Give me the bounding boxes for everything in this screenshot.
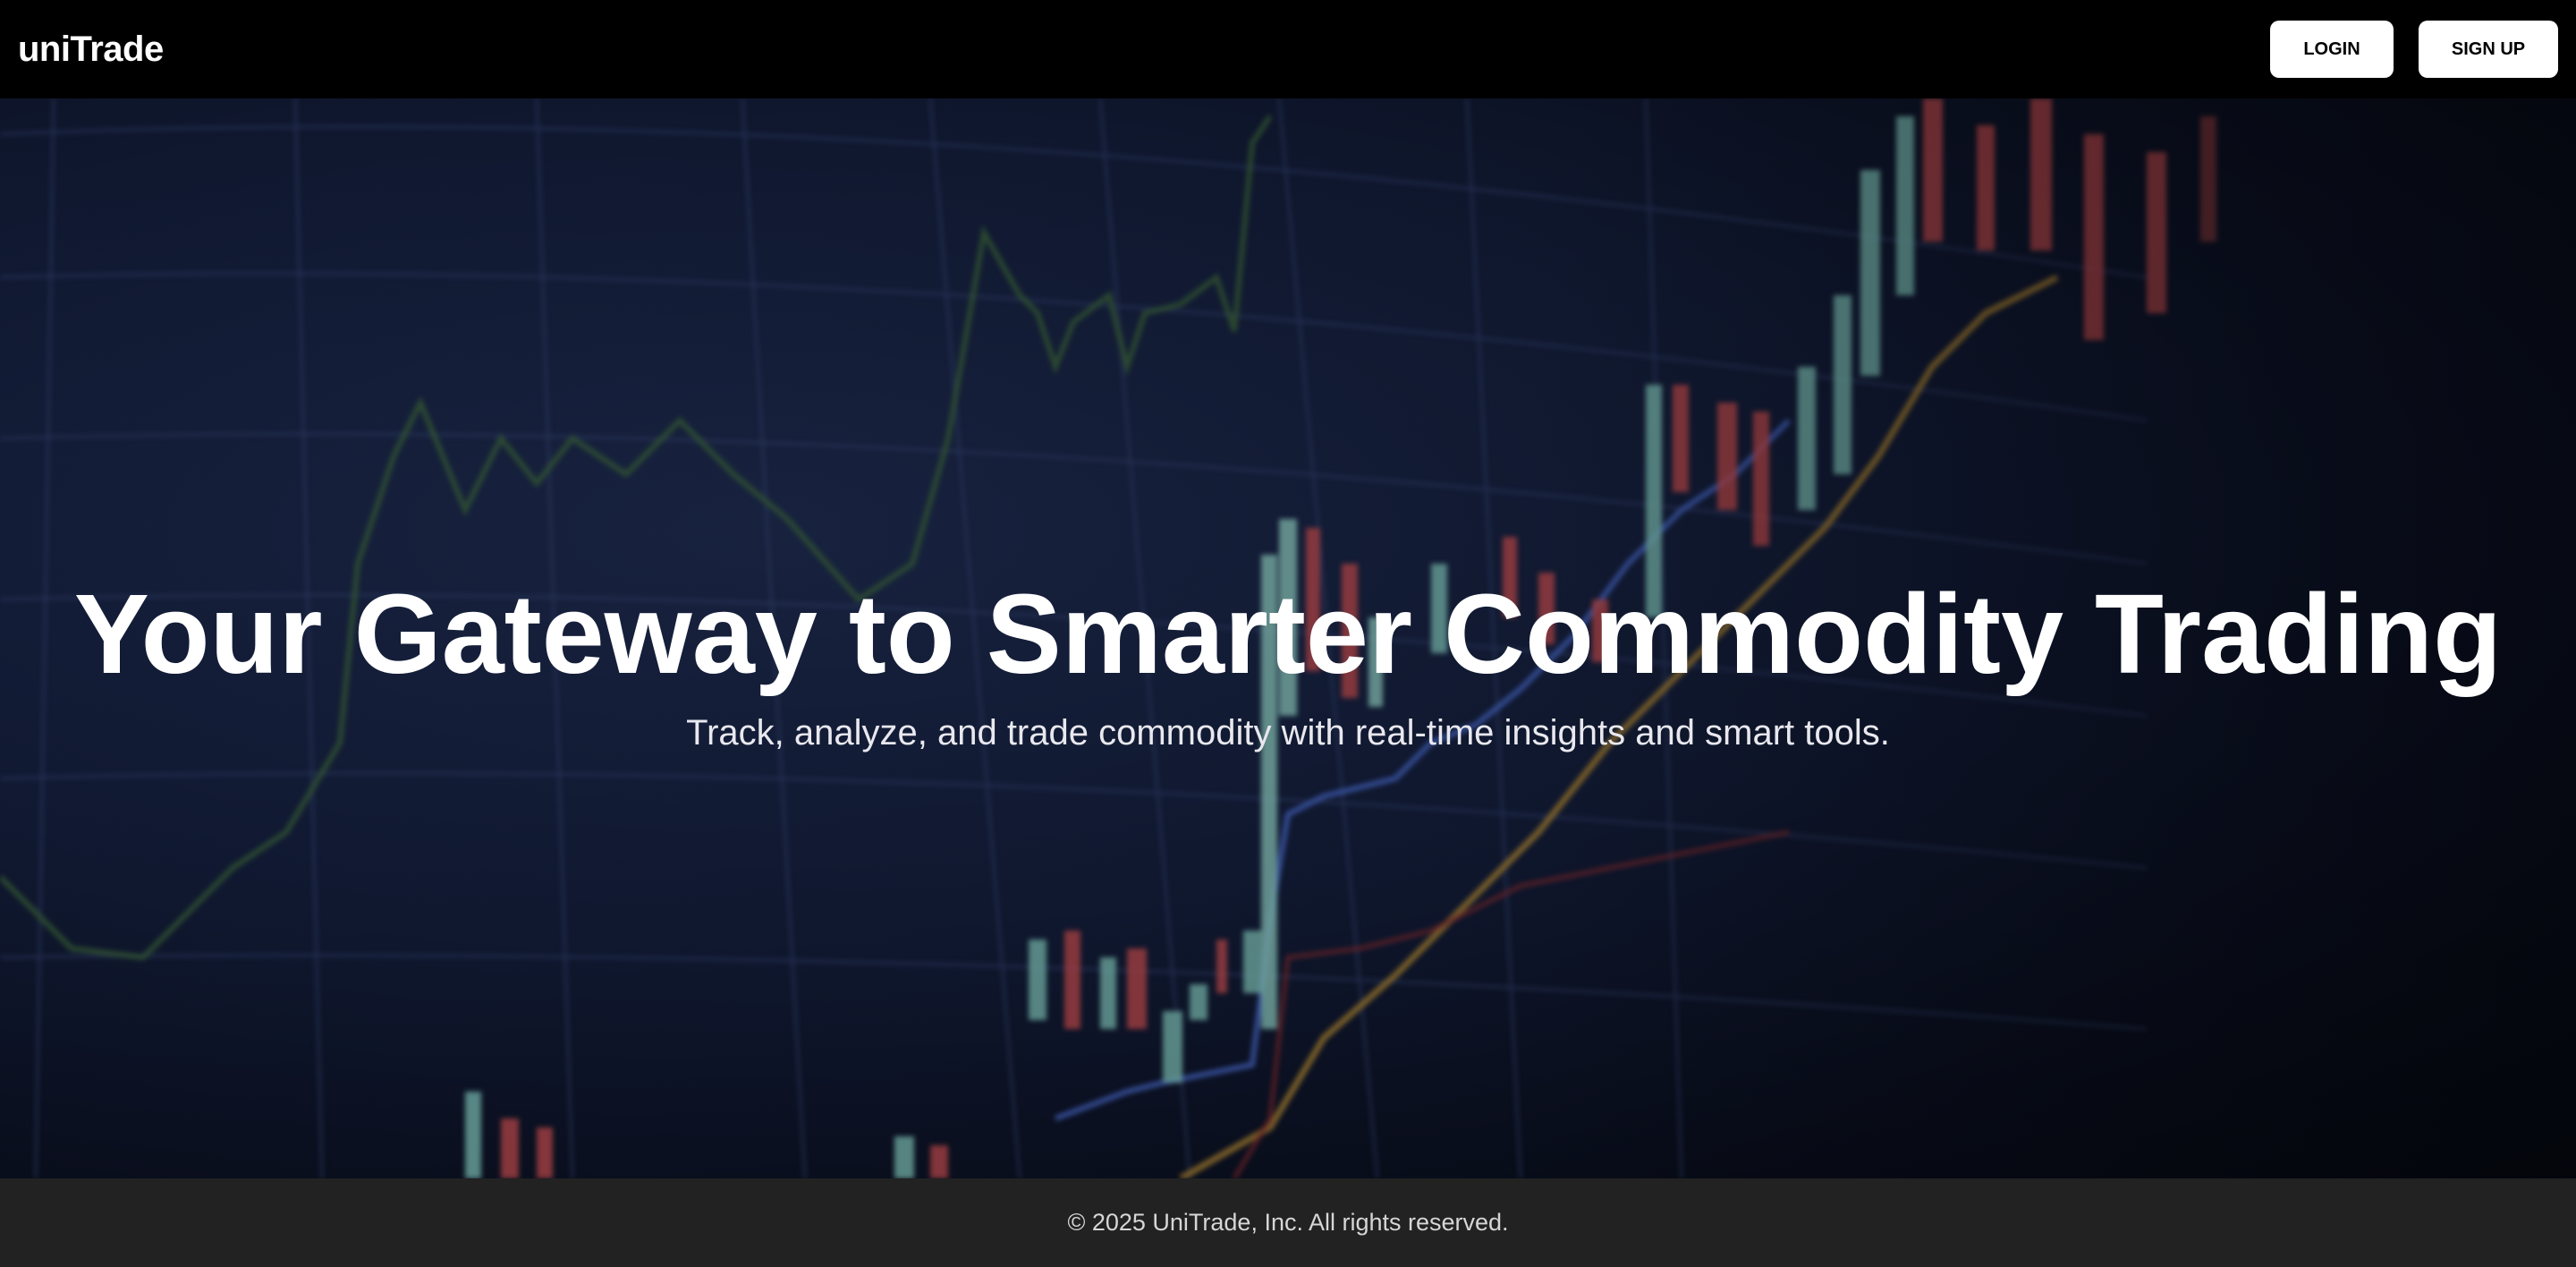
hero-subtitle: Track, analyze, and trade commodity with… bbox=[686, 712, 1890, 753]
hero-content: Your Gateway to Smarter Commodity Tradin… bbox=[0, 571, 2576, 753]
hero-title: Your Gateway to Smarter Commodity Tradin… bbox=[73, 571, 2503, 697]
page-footer: © 2025 UniTrade, Inc. All rights reserve… bbox=[0, 1178, 2576, 1267]
hero-section: Your Gateway to Smarter Commodity Tradin… bbox=[0, 98, 2576, 1178]
copyright-text: © 2025 UniTrade, Inc. All rights reserve… bbox=[1067, 1209, 1509, 1236]
signup-button[interactable]: SIGN UP bbox=[2419, 21, 2558, 78]
login-button[interactable]: LOGIN bbox=[2270, 21, 2394, 78]
top-navbar: uniTrade LOGIN SIGN UP bbox=[0, 0, 2576, 98]
nav-actions: LOGIN SIGN UP bbox=[2270, 21, 2558, 78]
brand-logo[interactable]: uniTrade bbox=[18, 30, 164, 70]
